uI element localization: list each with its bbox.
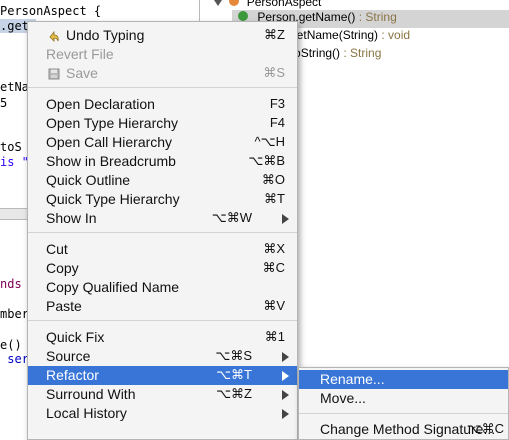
menu-item-surround-with[interactable]: Surround With ⌥⌘Z xyxy=(28,385,297,404)
menu-item-cut[interactable]: Cut ⌘X xyxy=(28,240,297,259)
menu-item-quick-type-hierarchy[interactable]: Quick Type Hierarchy ⌘T xyxy=(28,190,297,209)
menu-item-copy[interactable]: Copy ⌘C xyxy=(28,259,297,278)
code-line[interactable]: is " xyxy=(0,155,29,169)
code-line[interactable]: 5 xyxy=(0,96,7,110)
menu-item-label: Quick Outline xyxy=(46,172,131,188)
menu-item-label: Copy xyxy=(46,260,79,276)
submenu-arrow-icon xyxy=(282,409,289,419)
shortcut-hint: ⌘X xyxy=(263,241,285,256)
submenu-arrow-icon xyxy=(282,390,289,400)
expand-triangle-icon[interactable] xyxy=(214,0,222,6)
code-line[interactable]: toS xyxy=(0,140,22,154)
menu-item-quick-outline[interactable]: Quick Outline ⌘O xyxy=(28,171,297,190)
menu-item-paste[interactable]: Paste ⌘V xyxy=(28,297,297,316)
submenu-item-rename[interactable]: Rename... xyxy=(299,370,508,389)
menu-item-undo-typing[interactable]: Undo Typing ⌘Z xyxy=(28,26,297,45)
shortcut-hint: ⌘T xyxy=(264,191,285,206)
menu-item-refactor[interactable]: Refactor ⌥⌘T xyxy=(28,366,297,385)
submenu-item-label: Move... xyxy=(320,390,366,406)
menu-item-label: Cut xyxy=(46,241,68,257)
submenu-arrow-icon xyxy=(282,371,289,381)
shortcut-hint: F3 xyxy=(269,96,285,111)
menu-item-label: Open Type Hierarchy xyxy=(46,115,179,131)
submenu-arrow-icon xyxy=(282,214,289,224)
code-line[interactable]: mber xyxy=(0,307,29,321)
menu-item-label: Copy Qualified Name xyxy=(46,279,180,295)
shortcut-hint: ⌘O xyxy=(261,172,285,187)
menu-separator xyxy=(299,413,508,414)
undo-icon xyxy=(48,29,60,42)
submenu-item-move[interactable]: Move... xyxy=(299,389,508,408)
shortcut-hint: ⌘C xyxy=(262,260,285,275)
code-line[interactable]: etNa xyxy=(0,80,29,94)
menu-item-local-history[interactable]: Local History xyxy=(28,404,297,423)
shortcut-hint: ⌥⌘C xyxy=(466,421,504,436)
shortcut-hint: ⌘Z xyxy=(264,27,285,42)
menu-item-label: Quick Fix xyxy=(46,329,105,345)
menu-item-label: Revert File xyxy=(46,46,114,62)
submenu-item-label: Rename... xyxy=(320,371,385,387)
menu-separator xyxy=(28,320,297,321)
shortcut-hint: ⌥⌘T xyxy=(216,367,252,382)
menu-item-label: Source xyxy=(46,348,91,364)
menu-item-save[interactable]: Save ⌘S xyxy=(28,64,297,83)
shortcut-hint: F4 xyxy=(269,115,285,130)
save-icon xyxy=(48,67,60,80)
shortcut-hint: ⌥⌘Z xyxy=(216,386,252,401)
shortcut-hint: ⌘1 xyxy=(264,329,285,344)
shortcut-hint: ^⌥H xyxy=(254,134,285,149)
menu-item-source[interactable]: Source ⌥⌘S xyxy=(28,347,297,366)
menu-item-label: Open Call Hierarchy xyxy=(46,134,173,150)
submenu-item-change-method-signature[interactable]: Change Method Signature... ⌥⌘C xyxy=(299,420,508,439)
menu-item-revert-file[interactable]: Revert File xyxy=(28,45,297,64)
menu-item-label: Open Declaration xyxy=(46,96,155,112)
menu-item-label: Surround With xyxy=(46,386,136,402)
shortcut-hint: ⌘V xyxy=(263,298,285,313)
menu-separator xyxy=(28,232,297,233)
menu-item-label: Refactor xyxy=(46,367,99,383)
context-menu[interactable]: Undo Typing ⌘Z Revert File Save ⌘S Open Decla… xyxy=(27,21,298,440)
code-line[interactable]: ser xyxy=(0,352,29,366)
aspect-icon xyxy=(229,0,240,6)
menu-item-label: Undo Typing xyxy=(66,27,145,43)
menu-item-quick-fix[interactable]: Quick Fix ⌘1 xyxy=(28,328,297,347)
menu-item-open-call-hierarchy[interactable]: Open Call Hierarchy ^⌥H xyxy=(28,133,297,152)
shortcut-hint: ⌥⌘W xyxy=(211,210,252,225)
menu-item-label: Local History xyxy=(46,405,127,421)
menu-item-copy-qualified-name[interactable]: Copy Qualified Name xyxy=(28,278,297,297)
shortcut-hint: ⌥⌘B xyxy=(248,153,285,168)
menu-item-label: Paste xyxy=(46,298,82,314)
shortcut-hint: ⌥⌘S xyxy=(215,348,252,363)
method-icon xyxy=(238,11,248,21)
menu-item-label: Quick Type Hierarchy xyxy=(46,191,180,207)
code-line[interactable]: nds xyxy=(0,277,22,291)
refactor-submenu[interactable]: Rename... Move... Change Method Signature.… xyxy=(298,367,509,440)
menu-item-label: Show in Breadcrumb xyxy=(46,153,176,169)
menu-item-open-type-hierarchy[interactable]: Open Type Hierarchy F4 xyxy=(28,114,297,133)
menu-item-label: Show In xyxy=(46,210,97,226)
menu-separator xyxy=(28,87,297,88)
menu-item-show-in[interactable]: Show In ⌥⌘W xyxy=(28,209,297,228)
code-line[interactable]: PersonAspect { xyxy=(0,4,101,18)
shortcut-hint: ⌘S xyxy=(263,65,285,80)
submenu-arrow-icon xyxy=(282,352,289,362)
menu-item-label: Save xyxy=(66,65,98,81)
code-line[interactable]: e() xyxy=(0,338,22,352)
menu-item-show-in-breadcrumb[interactable]: Show in Breadcrumb ⌥⌘B xyxy=(28,152,297,171)
menu-item-open-declaration[interactable]: Open Declaration F3 xyxy=(28,95,297,114)
